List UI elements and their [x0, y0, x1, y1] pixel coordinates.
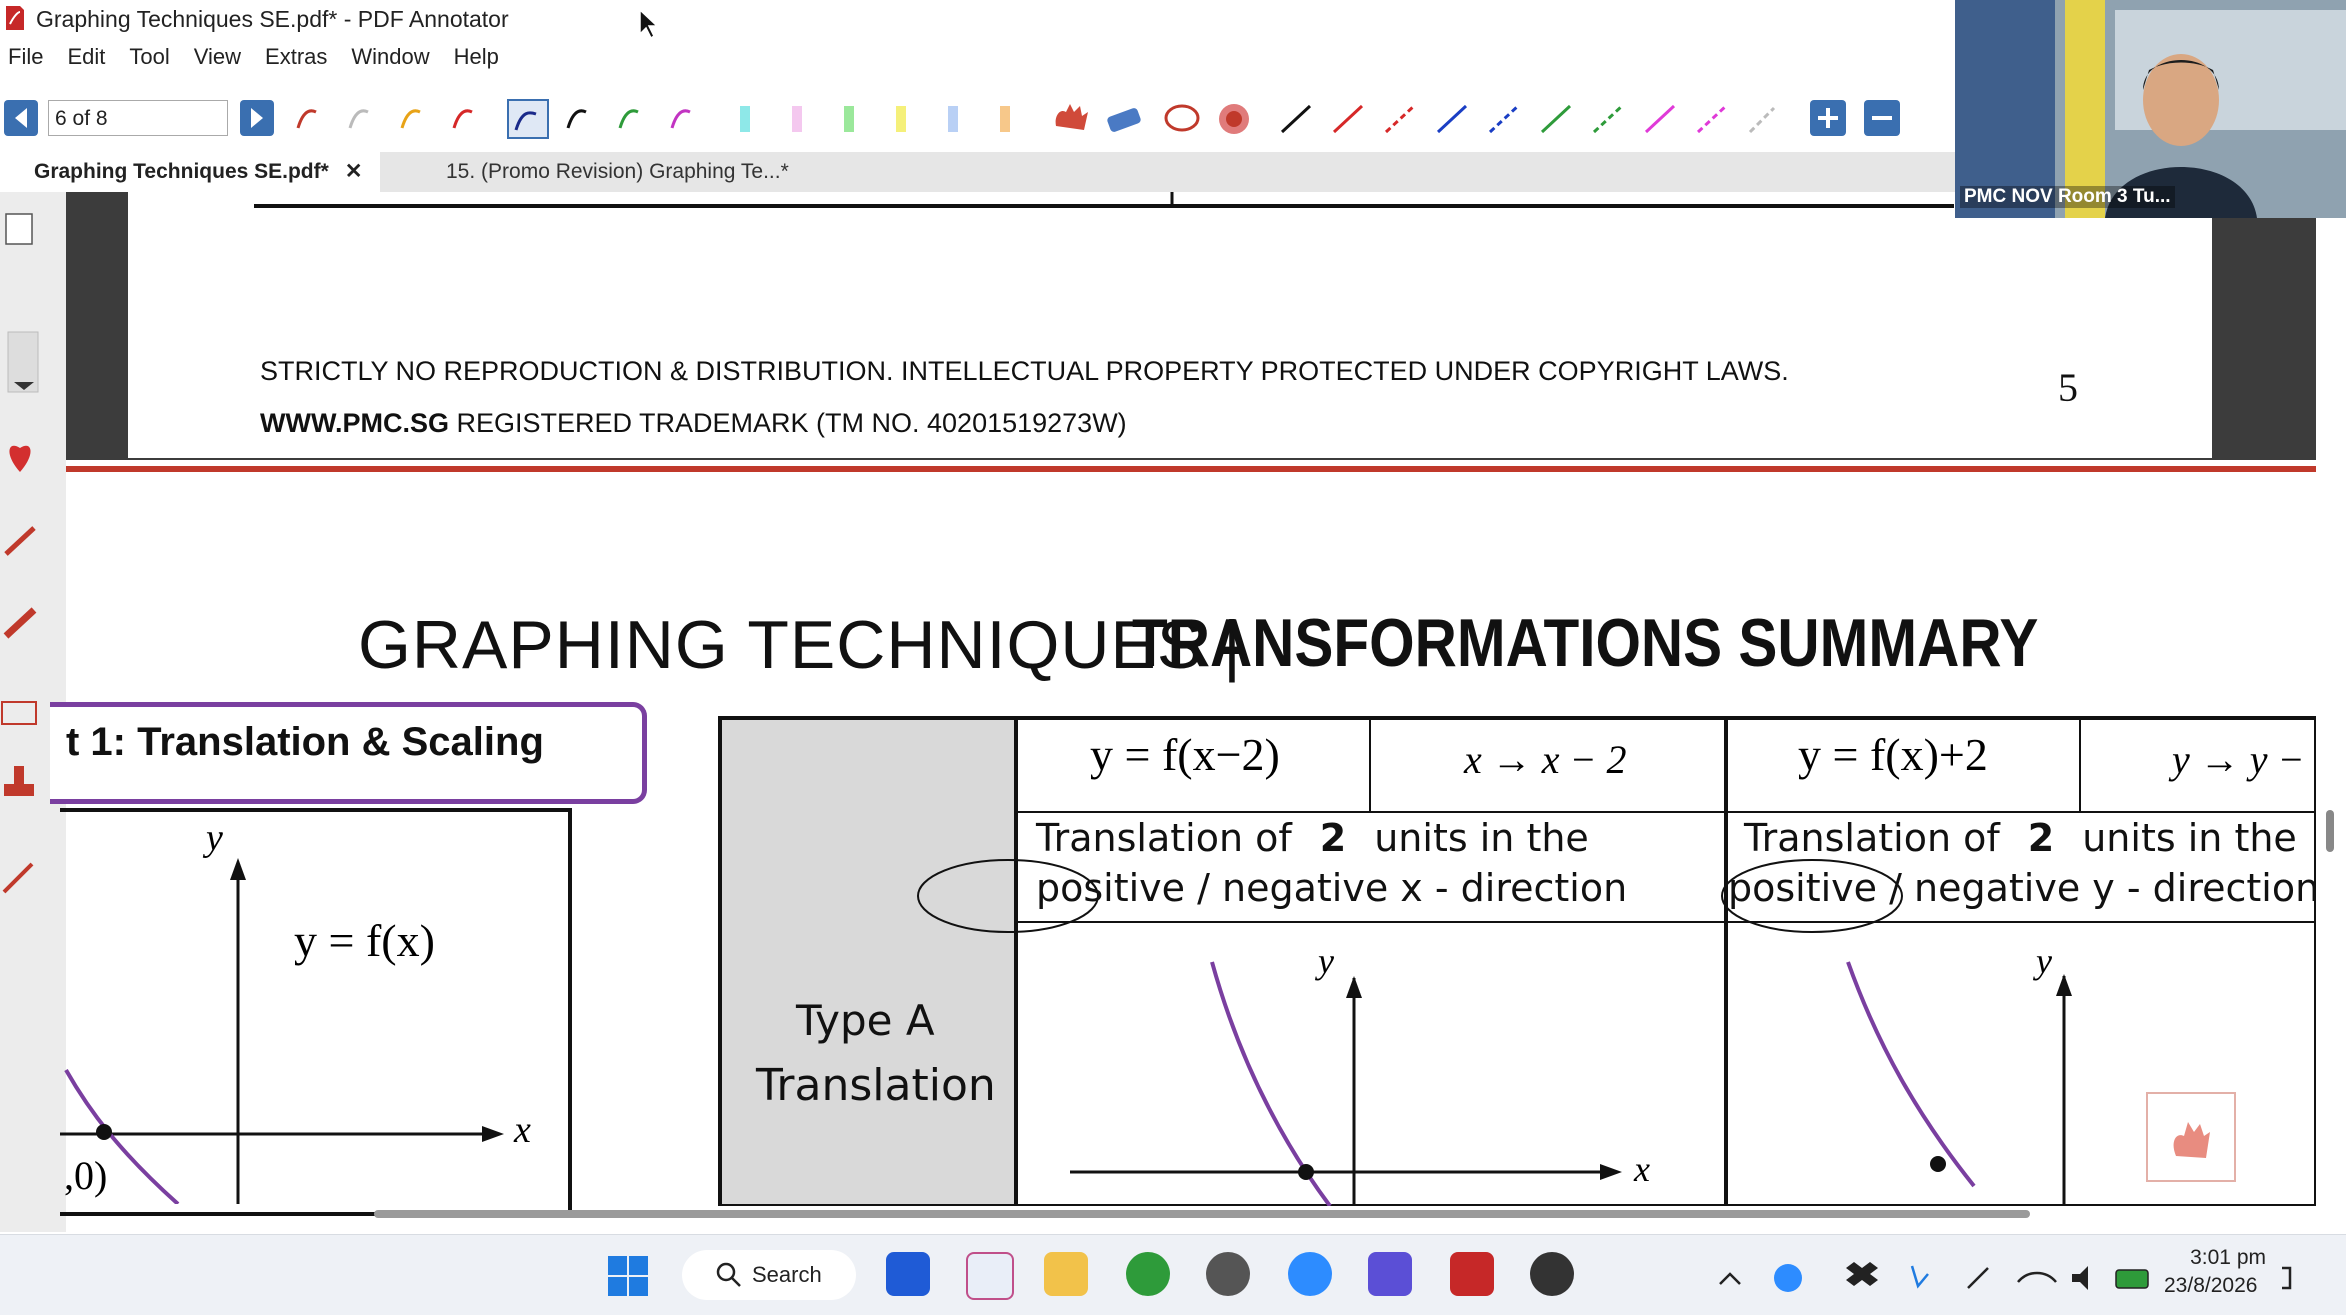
- file-explorer-icon[interactable]: [1044, 1252, 1088, 1296]
- menu-help[interactable]: Help: [454, 44, 499, 70]
- col1-desc-line1: Translation of 2 units in the: [1036, 816, 1589, 860]
- table-bottom-border: [254, 192, 1954, 208]
- search-icon: [716, 1262, 741, 1287]
- app-feather-icon[interactable]: [1206, 1252, 1250, 1296]
- start-button-icon[interactable]: [606, 1254, 650, 1298]
- col2-desc-a: Translation of: [1744, 816, 2000, 860]
- col2-y-axis-label: y: [2036, 941, 2052, 981]
- window-title: Graphing Techniques SE.pdf* - PDF Annota…: [36, 6, 509, 32]
- tab-graphing-techniques[interactable]: Graphing Techniques SE.pdf* ✕: [0, 152, 380, 192]
- y-axis-label: y: [206, 817, 223, 859]
- col2-desc-b: units in the: [2082, 816, 2297, 860]
- row-label-translation: Translation: [756, 1060, 996, 1111]
- clock-date[interactable]: 23/8/2026: [2164, 1274, 2257, 1298]
- chrome-icon[interactable]: [1126, 1252, 1170, 1296]
- pen-magenta-icon: [670, 109, 691, 129]
- tab-promo-revision[interactable]: 15. (Promo Revision) Graphing Te...*: [420, 152, 840, 192]
- pen-tools-group[interactable]: [290, 98, 750, 140]
- tab-label: Graphing Techniques SE.pdf*: [34, 160, 329, 183]
- menu-file[interactable]: File: [8, 44, 43, 70]
- clock-time[interactable]: 3:01 pm: [2186, 1246, 2266, 1270]
- pen-red-icon: [296, 109, 317, 129]
- part-label: t 1: Translation & Scaling: [66, 720, 544, 764]
- mouse-cursor-icon: [639, 8, 659, 40]
- menu-view[interactable]: View: [194, 44, 241, 70]
- col2-desc-line1: Translation of 2 units in the: [1744, 816, 2297, 860]
- col2-direction: positive / negative y - direction: [1728, 866, 2320, 910]
- sidebar-tools[interactable]: [0, 192, 60, 972]
- pen-orange-icon: [400, 109, 421, 129]
- pdf-annotator-icon: [6, 6, 24, 30]
- col1-y-axis-label: y: [1318, 941, 1334, 981]
- zoom-in-button[interactable]: [1810, 100, 1846, 136]
- pen-grey-icon: [348, 109, 369, 129]
- search-label: Search: [752, 1262, 822, 1287]
- pen-black-icon: [566, 109, 587, 129]
- line-tools-group[interactable]: [1276, 98, 1776, 140]
- x-axis-label: x: [514, 1109, 531, 1151]
- col1-desc-b: units in the: [1374, 816, 1589, 860]
- tab-close-icon[interactable]: ✕: [345, 160, 363, 183]
- heading-graphing-techniques: GRAPHING TECHNIQUES |: [358, 607, 1242, 683]
- horizontal-scrollbar[interactable]: [374, 1210, 2030, 1218]
- base-graph: [60, 858, 504, 1204]
- col1-direction: positive / negative x - direction: [1036, 866, 1628, 910]
- zoom-app-icon[interactable]: [1288, 1252, 1332, 1296]
- row-label-type: Type A: [796, 996, 935, 1045]
- highlighter-tools-group[interactable]: [732, 100, 1032, 138]
- copyright-notice: STRICTLY NO REPRODUCTION & DISTRIBUTION.…: [260, 356, 1789, 386]
- ce-app-icon[interactable]: [1530, 1252, 1574, 1296]
- next-page-button[interactable]: [240, 100, 274, 136]
- participant-name: PMC NOV Room 3 Tu...: [1960, 186, 2175, 208]
- pdf-annotator-taskbar-icon[interactable]: [1450, 1252, 1494, 1296]
- menu-window[interactable]: Window: [351, 44, 429, 70]
- heading-transformations-summary: TRANSFORMATIONS SUMMARY: [1132, 605, 2039, 681]
- previous-page-button[interactable]: [4, 100, 38, 136]
- menu-edit[interactable]: Edit: [67, 44, 105, 70]
- page-separator: [66, 466, 2316, 472]
- word-app-icon[interactable]: [1368, 1252, 1412, 1296]
- hand-tool-icon[interactable]: [2146, 1092, 2236, 1182]
- col1-desc-a: Translation of: [1036, 816, 1292, 860]
- col1-x-axis-label: x: [1634, 1149, 1650, 1189]
- col2-units: 2: [2027, 816, 2055, 860]
- snipping-tool-icon[interactable]: [966, 1252, 1014, 1300]
- transformation-table: [718, 716, 2316, 1206]
- pen-red2-icon: [452, 109, 473, 129]
- menu-bar: File Edit Tool View Extras Window Help: [0, 44, 523, 84]
- hand-eraser-lasso-group[interactable]: [1050, 98, 1256, 140]
- col2-equation: y = f(x)+2: [1798, 729, 1988, 780]
- website-link[interactable]: WWW.PMC.SG: [260, 408, 449, 438]
- pen-green-icon: [618, 109, 639, 129]
- vertical-scrollbar[interactable]: [2326, 810, 2334, 852]
- menu-extras[interactable]: Extras: [265, 44, 327, 70]
- col2-mapping: y → y −: [2172, 737, 2305, 782]
- col1-mapping: x → x − 2: [1464, 737, 1627, 782]
- page-number: 5: [2058, 365, 2078, 410]
- point-label: ,0): [64, 1153, 108, 1198]
- col1-equation: y = f(x−2): [1090, 729, 1280, 780]
- page-number-field[interactable]: 6 of 8: [48, 100, 228, 136]
- trademark-notice: WWW.PMC.SG REGISTERED TRADEMARK (TM NO. …: [260, 408, 1127, 439]
- trademark-text: REGISTERED TRADEMARK (TM NO. 40201519273…: [448, 408, 1127, 438]
- dropbox-app-icon[interactable]: [886, 1252, 930, 1296]
- col1-units: 2: [1319, 816, 1347, 860]
- menu-tool[interactable]: Tool: [129, 44, 169, 70]
- function-label: y = f(x): [294, 915, 435, 966]
- zoom-out-button[interactable]: [1864, 100, 1900, 136]
